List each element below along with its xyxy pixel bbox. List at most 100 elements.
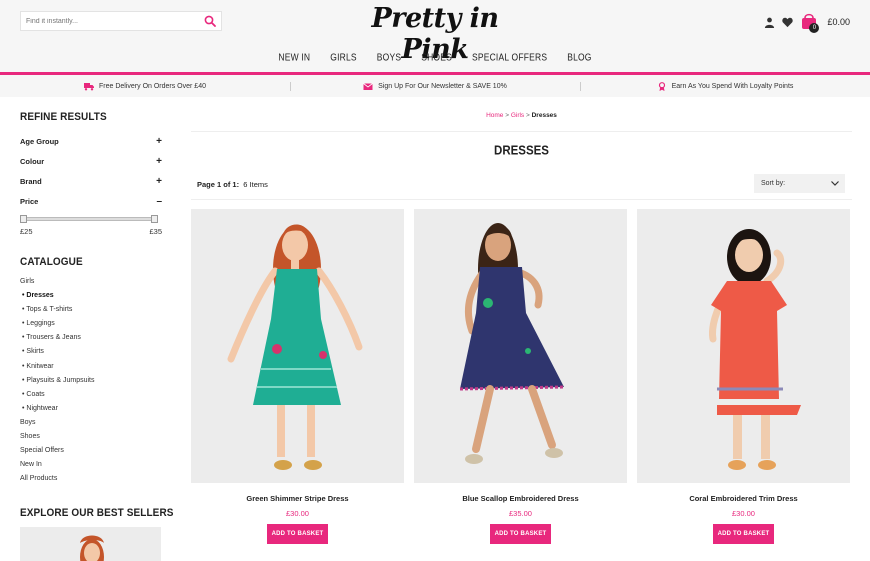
site-logo[interactable]: Pretty in Pink (345, 3, 525, 65)
basket-total[interactable]: £0.00 (827, 17, 850, 27)
sort-dropdown[interactable]: Sort by: (754, 174, 845, 193)
page-label: Page 1 of 1: (197, 180, 240, 189)
breadcrumb-separator: > (505, 112, 510, 119)
basket-button[interactable]: 0 (800, 12, 820, 33)
filter-label: Age Group (20, 136, 59, 146)
expand-icon[interactable]: + (156, 156, 162, 167)
catalogue-item-special-offers[interactable]: Special Offers (20, 444, 162, 458)
filter-label: Price (20, 196, 39, 206)
catalogue-item-knitwear[interactable]: • Knitwear (20, 360, 162, 374)
slider-handle-max[interactable] (151, 215, 158, 223)
filter-colour[interactable]: Colour + (20, 151, 162, 171)
search-input[interactable] (21, 12, 199, 30)
delivery-truck-icon (84, 82, 94, 90)
catalogue-item-skirts[interactable]: • Skirts (20, 345, 162, 359)
add-to-basket-button[interactable]: ADD TO BASKET (713, 524, 774, 544)
nav-item-special-offers[interactable]: SPECIAL OFFERS (472, 51, 547, 63)
product-image[interactable] (191, 209, 404, 483)
catalogue-item-coats[interactable]: • Coats (20, 388, 162, 402)
filter-list: Age Group + Colour + Brand + Price – (20, 131, 162, 211)
product-photo-girl-blue-dress (414, 209, 627, 483)
divider (191, 131, 852, 132)
product-image[interactable] (414, 209, 627, 483)
promo-free-delivery[interactable]: Free Delivery On Orders Over £40 (0, 82, 290, 91)
nav-item-blog[interactable]: BLOG (567, 51, 591, 63)
catalogue-item-leggings[interactable]: • Leggings (20, 317, 162, 331)
page: Pretty in Pink 0 £0.00 NEW IN GIRLS BOYS (0, 0, 870, 561)
search-icon[interactable] (204, 15, 216, 27)
loyalty-ribbon-icon (658, 81, 665, 91)
sort-label: Sort by: (761, 180, 786, 187)
collapse-icon[interactable]: – (156, 196, 162, 207)
filter-age-group[interactable]: Age Group + (20, 131, 162, 151)
product-card: Blue Scallop Embroidered Dress £35.00 AD… (414, 209, 627, 544)
breadcrumb-separator: > (526, 112, 530, 119)
filter-label: Colour (20, 156, 45, 166)
product-card: Green Shimmer Stripe Dress £30.00 ADD TO… (191, 209, 404, 544)
site-header: Pretty in Pink 0 £0.00 NEW IN GIRLS BOYS (0, 0, 870, 72)
catalogue-item-tops[interactable]: • Tops & T-shirts (20, 303, 162, 317)
breadcrumb: Home > Girls > Dresses (191, 112, 852, 119)
page-title: DRESSES (494, 144, 549, 158)
expand-icon[interactable]: + (156, 136, 162, 147)
catalogue-item-dresses[interactable]: • Dresses (20, 289, 162, 303)
add-to-basket-button[interactable]: ADD TO BASKET (490, 524, 551, 544)
catalogue-heading: CATALOGUE (20, 256, 83, 269)
best-sellers-heading: EXPLORE OUR BEST SELLERS (20, 507, 174, 520)
filter-label: Brand (20, 176, 42, 186)
slider-handle-min[interactable] (20, 215, 27, 223)
expand-icon[interactable]: + (156, 176, 162, 187)
add-to-basket-button[interactable]: ADD TO BASKET (267, 524, 328, 544)
filter-price[interactable]: Price – (20, 191, 162, 211)
main-nav: NEW IN GIRLS BOYS SHOES SPECIAL OFFERS B… (0, 51, 870, 63)
catalogue-item-nightwear[interactable]: • Nightwear (20, 402, 162, 416)
promo-text: Earn As You Spend With Loyalty Points (671, 82, 794, 90)
slider-track (22, 217, 156, 221)
product-image[interactable] (637, 209, 850, 483)
heart-icon[interactable] (782, 17, 794, 28)
sidebar: REFINE RESULTS Age Group + Colour + Bran… (20, 111, 173, 561)
refine-results-heading: REFINE RESULTS (20, 111, 107, 124)
results-count: Page 1 of 1: 6 Items (197, 180, 268, 189)
nav-item-girls[interactable]: GIRLS (330, 51, 357, 63)
catalogue-item-new-in[interactable]: New In (20, 458, 162, 472)
user-icon[interactable] (764, 17, 775, 28)
promo-text: Sign Up For Our Newsletter & SAVE 10% (378, 82, 507, 90)
product-photo-girl-coral-dress (637, 209, 850, 483)
product-name[interactable]: Green Shimmer Stripe Dress (191, 494, 404, 503)
catalogue-item-shoes[interactable]: Shoes (20, 430, 162, 444)
price-max: £35 (149, 227, 162, 236)
catalogue-item-playsuits[interactable]: • Playsuits & Jumpsuits (20, 374, 162, 388)
catalogue-item-all-products[interactable]: All Products (20, 472, 162, 486)
envelope-icon (363, 82, 373, 90)
chevron-down-icon (831, 181, 839, 186)
promo-strip: Free Delivery On Orders Over £40 Sign Up… (0, 75, 870, 97)
price-min: £25 (20, 227, 33, 236)
product-name[interactable]: Blue Scallop Embroidered Dress (414, 494, 627, 503)
nav-item-new-in[interactable]: NEW IN (278, 51, 310, 63)
product-card: Coral Embroidered Trim Dress £30.00 ADD … (637, 209, 850, 544)
best-seller-photo (80, 535, 104, 561)
catalogue-item-boys[interactable]: Boys (20, 416, 162, 430)
promo-loyalty[interactable]: Earn As You Spend With Loyalty Points (580, 81, 870, 91)
catalogue-list: Girls • Dresses • Tops & T-shirts • Legg… (20, 275, 162, 486)
product-name[interactable]: Coral Embroidered Trim Dress (637, 494, 850, 503)
promo-text: Free Delivery On Orders Over £40 (99, 82, 206, 90)
items-count: 6 Items (243, 180, 268, 189)
catalogue-item-girls[interactable]: Girls (20, 275, 162, 289)
breadcrumb-girls[interactable]: Girls (511, 112, 524, 119)
best-seller-image[interactable] (20, 527, 161, 561)
breadcrumb-home[interactable]: Home (486, 112, 503, 119)
nav-item-shoes[interactable]: SHOES (421, 51, 452, 63)
product-price: £30.00 (286, 509, 309, 518)
basket-count-badge: 0 (809, 23, 820, 33)
product-price: £35.00 (509, 509, 532, 518)
catalogue-item-trousers[interactable]: • Trousers & Jeans (20, 331, 162, 345)
product-price: £30.00 (732, 509, 755, 518)
price-range-slider[interactable] (20, 215, 158, 223)
promo-newsletter[interactable]: Sign Up For Our Newsletter & SAVE 10% (290, 81, 580, 91)
filter-brand[interactable]: Brand + (20, 171, 162, 191)
nav-item-boys[interactable]: BOYS (377, 51, 401, 63)
header-icons: 0 £0.00 (764, 12, 850, 33)
search-box (20, 11, 222, 31)
